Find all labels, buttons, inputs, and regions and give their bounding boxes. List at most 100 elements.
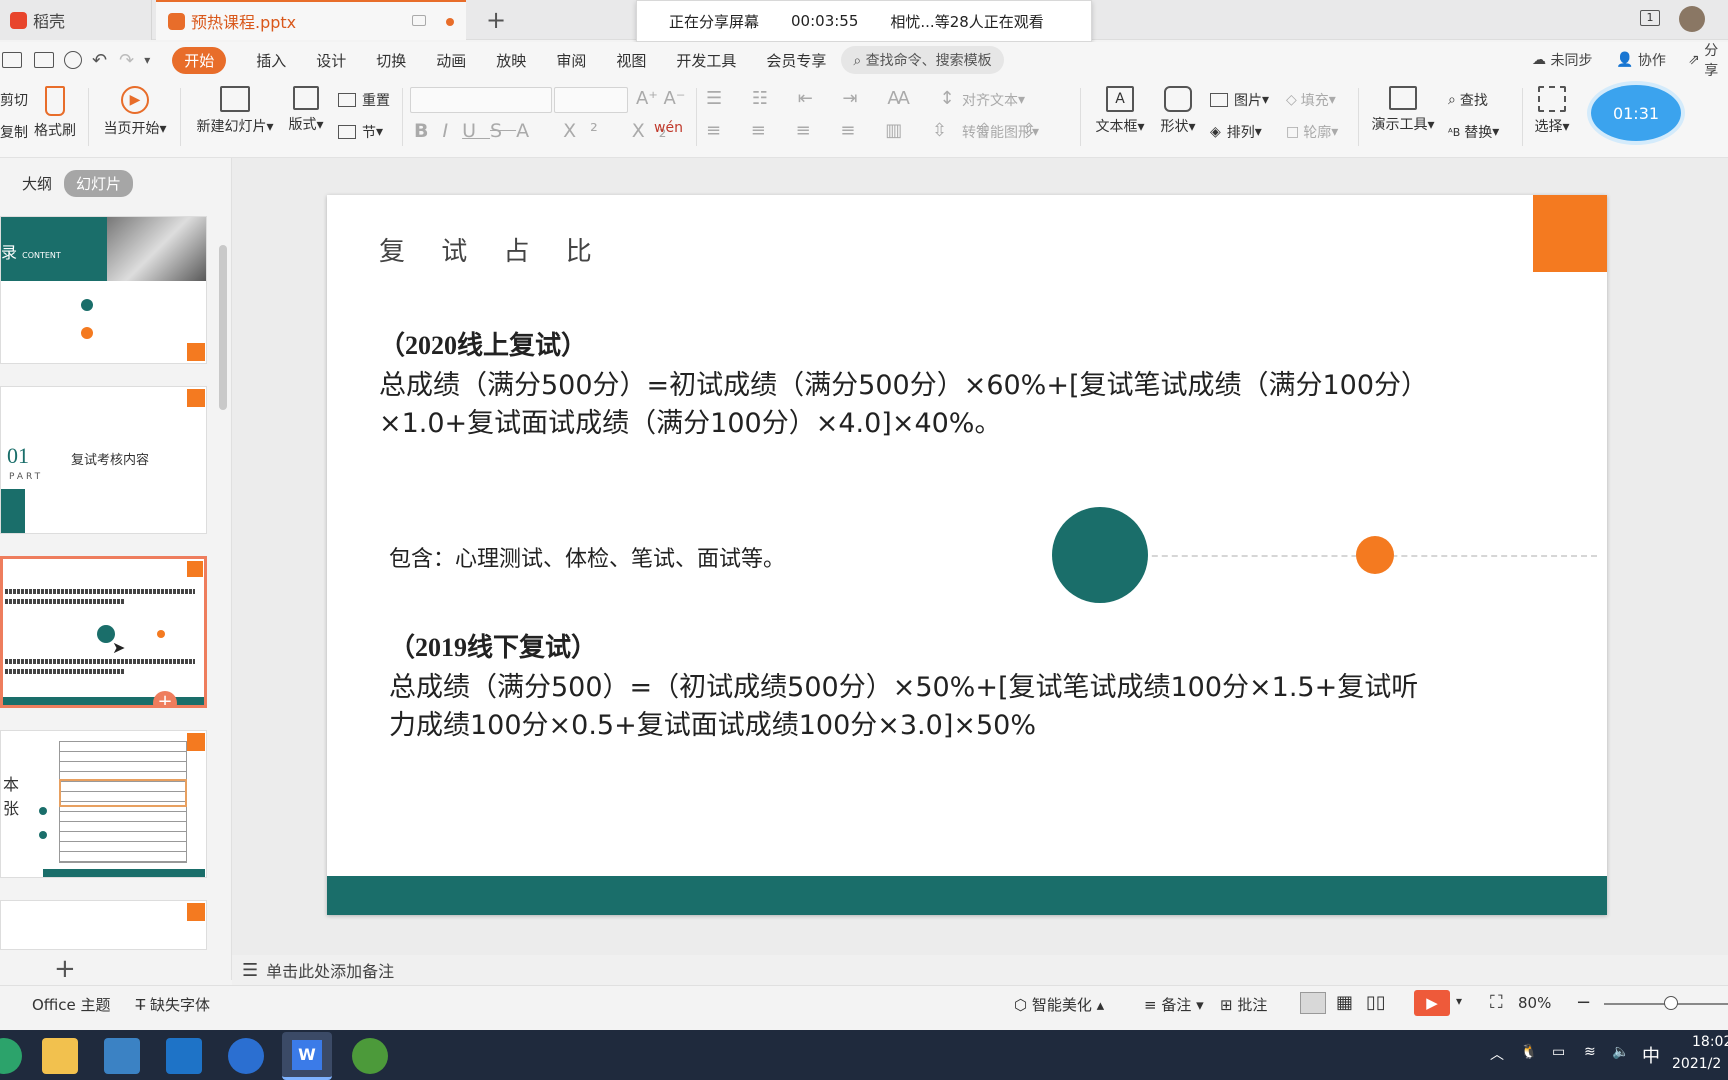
outline-button[interactable]: □ 轮廓 ▾ bbox=[1286, 122, 1338, 142]
format-painter-button[interactable]: 格式刷 bbox=[30, 86, 80, 140]
tab-animation[interactable]: 动画 bbox=[436, 50, 466, 71]
section-heading-2019[interactable]: （2019线下复试） bbox=[389, 627, 597, 664]
tab-transition[interactable]: 切换 bbox=[376, 50, 406, 71]
section-button[interactable]: 节 ▾ bbox=[338, 122, 383, 142]
reading-view-icon[interactable]: ▯▯ bbox=[1366, 992, 1386, 1013]
phonetic-icon[interactable]: wén bbox=[654, 120, 683, 136]
collab-button[interactable]: 👤 协作 bbox=[1616, 50, 1666, 70]
font-family-select[interactable] bbox=[410, 87, 552, 113]
new-tab-plus-icon[interactable]: + bbox=[486, 6, 506, 34]
fit-window-icon[interactable]: ⛶ bbox=[1490, 992, 1503, 1013]
slide-thumbnail-4[interactable]: 本 张 bbox=[0, 730, 207, 878]
zoom-out-icon[interactable]: − bbox=[1576, 992, 1591, 1013]
includes-text[interactable]: 包含：心理测试、体检、笔试、面试等。 bbox=[389, 541, 785, 573]
tab-outline[interactable]: 大纲 bbox=[10, 170, 64, 197]
volume-icon[interactable]: 🔈 bbox=[1612, 1044, 1629, 1060]
tab-developer[interactable]: 开发工具 bbox=[676, 50, 736, 71]
formula-2019-line2[interactable]: 力成绩100分×0.5+复试面试成绩100分×3.0]×50% bbox=[389, 703, 1036, 742]
missing-font-button[interactable]: T̶ 缺失字体 bbox=[136, 994, 210, 1015]
slide-title[interactable]: 复 试 占 比 bbox=[379, 231, 606, 268]
window-count-icon[interactable]: 1 bbox=[1640, 10, 1660, 26]
current-slide[interactable]: 复 试 占 比 （2020线上复试） 总成绩（满分500分）=初试成绩（满分50… bbox=[327, 195, 1607, 915]
tab-start[interactable]: 开始 bbox=[172, 46, 227, 74]
command-search[interactable]: ⌕ 查找命令、搜索模板 bbox=[841, 46, 1004, 74]
quick-access-more-icon[interactable]: ▾ bbox=[144, 53, 150, 67]
print-preview-icon[interactable] bbox=[64, 51, 82, 69]
align-text-button[interactable]: 对齐文本 ▾ bbox=[962, 90, 1025, 110]
section-heading-2020[interactable]: （2020线上复试） bbox=[379, 325, 587, 362]
tab-slides[interactable]: 幻灯片 bbox=[64, 170, 134, 197]
new-slide-button[interactable]: 新建幻灯片▾ bbox=[190, 86, 280, 136]
redo-icon[interactable]: ↷ bbox=[119, 50, 134, 71]
slide-thumbnail-3-selected[interactable]: + bbox=[0, 556, 207, 708]
beautify-button[interactable]: ⬡ 智能美化 ▴ bbox=[1014, 994, 1104, 1015]
zoom-slider-thumb[interactable] bbox=[1664, 996, 1678, 1010]
slideshow-play-icon[interactable]: ▶ bbox=[1414, 990, 1450, 1016]
tab-design[interactable]: 设计 bbox=[316, 50, 346, 71]
fill-button[interactable]: ◇ 填充 ▾ bbox=[1286, 90, 1336, 110]
play-from-current-button[interactable]: ▶ 当页开始▾ bbox=[98, 86, 172, 138]
font-grow-icon[interactable]: A⁺ A⁻ bbox=[636, 88, 685, 109]
user-avatar[interactable] bbox=[1679, 6, 1705, 32]
tab-review[interactable]: 审阅 bbox=[556, 50, 586, 71]
comments-button[interactable]: ⊞ 批注 bbox=[1220, 994, 1267, 1015]
clock-date[interactable]: 2021/2 bbox=[1672, 1056, 1721, 1072]
slideshow-menu-icon[interactable]: ▾ bbox=[1456, 994, 1462, 1008]
add-slide-plus-icon[interactable]: + bbox=[153, 691, 177, 705]
save-icon[interactable] bbox=[2, 52, 22, 68]
textbox-button[interactable]: A 文本框▾ bbox=[1090, 86, 1150, 136]
copy-button[interactable]: 复制 bbox=[0, 122, 28, 142]
countdown-timer[interactable]: 01:31 bbox=[1591, 85, 1681, 141]
tray-expand-icon[interactable]: ︿ bbox=[1490, 1044, 1504, 1064]
present-tools-button[interactable]: 演示工具▾ bbox=[1366, 86, 1440, 134]
select-button[interactable]: 选择▾ bbox=[1528, 86, 1576, 136]
arrange-button[interactable]: ◈ 排列 ▾ bbox=[1210, 122, 1262, 142]
shape-button[interactable]: 形状▾ bbox=[1154, 86, 1202, 136]
print-icon[interactable] bbox=[34, 52, 54, 68]
tab-docer-home[interactable]: 稻壳 bbox=[0, 0, 152, 40]
formula-2019-line1[interactable]: 总成绩（满分500）=（初试成绩500分）×50%+[复试笔试成绩100分×1.… bbox=[389, 665, 1418, 704]
app-icon-partial[interactable] bbox=[0, 1038, 22, 1074]
battery-icon[interactable]: ▭ bbox=[1552, 1044, 1565, 1060]
screen-icon[interactable] bbox=[412, 15, 426, 26]
slide-sorter-icon[interactable]: ▦ bbox=[1336, 992, 1353, 1013]
slide-thumbnail-2[interactable]: 01 PART 复试考核内容 bbox=[0, 386, 207, 534]
cut-button[interactable]: 剪切 bbox=[0, 90, 28, 110]
tab-document[interactable]: 预热课程.pptx bbox=[156, 0, 466, 40]
tab-member[interactable]: 会员专享 bbox=[766, 50, 826, 71]
notes-toggle-button[interactable]: ≡ 备注 ▾ bbox=[1144, 994, 1204, 1015]
font-format-icons[interactable]: BIUSA X² X₂ bbox=[414, 120, 680, 142]
undo-icon[interactable]: ↶ bbox=[92, 50, 107, 71]
zoom-level[interactable]: 80% bbox=[1518, 994, 1551, 1012]
mail-icon[interactable] bbox=[166, 1038, 202, 1074]
find-button[interactable]: ⌕ 查找 bbox=[1448, 90, 1488, 110]
new-slide-plus-icon[interactable]: + bbox=[54, 954, 76, 984]
share-button[interactable]: ⇗ 分享 bbox=[1688, 40, 1728, 80]
tab-insert[interactable]: 插入 bbox=[256, 50, 286, 71]
ime-indicator[interactable]: 中 bbox=[1642, 1042, 1660, 1068]
list-icons[interactable]: ☰ ☷ ⇤ ⇥ Ꜳ ↕ bbox=[706, 88, 967, 109]
tab-slideshow[interactable]: 放映 bbox=[496, 50, 526, 71]
green-app-icon[interactable] bbox=[352, 1038, 388, 1074]
wps-taskbar-item[interactable]: W bbox=[282, 1032, 332, 1080]
sync-status[interactable]: ☁ 未同步 bbox=[1532, 50, 1592, 70]
tray-qq-icon[interactable]: 🐧 bbox=[1520, 1044, 1537, 1060]
file-explorer-icon[interactable] bbox=[42, 1038, 78, 1074]
qq-browser-icon[interactable] bbox=[228, 1038, 264, 1074]
theme-name[interactable]: Office 主题 bbox=[32, 994, 111, 1015]
smart-shape-button[interactable]: 转智能图形 ▾ bbox=[962, 122, 1039, 142]
picture-button[interactable]: 图片 ▾ bbox=[1210, 90, 1269, 110]
store-icon[interactable] bbox=[104, 1038, 140, 1074]
slide-thumbnail-1[interactable]: 录 CONTENT bbox=[0, 216, 207, 364]
normal-view-icon[interactable] bbox=[1300, 992, 1326, 1014]
font-size-select[interactable] bbox=[554, 87, 628, 113]
slide-thumbnail-5[interactable] bbox=[0, 900, 207, 950]
formula-2020-line1[interactable]: 总成绩（满分500分）=初试成绩（满分500分）×60%+[复试笔试成绩（满分1… bbox=[379, 363, 1428, 402]
tab-view[interactable]: 视图 bbox=[616, 50, 646, 71]
slide-panel-scrollbar[interactable] bbox=[219, 245, 227, 410]
clock-time[interactable]: 18:02 bbox=[1692, 1034, 1728, 1050]
notes-pane[interactable]: ☰ 单击此处添加备注 bbox=[232, 955, 1728, 985]
layout-button[interactable]: 版式▾ bbox=[286, 86, 326, 134]
replace-button[interactable]: ᴬB 替换 ▾ bbox=[1448, 122, 1499, 142]
wifi-icon[interactable]: ≋ bbox=[1584, 1044, 1596, 1060]
